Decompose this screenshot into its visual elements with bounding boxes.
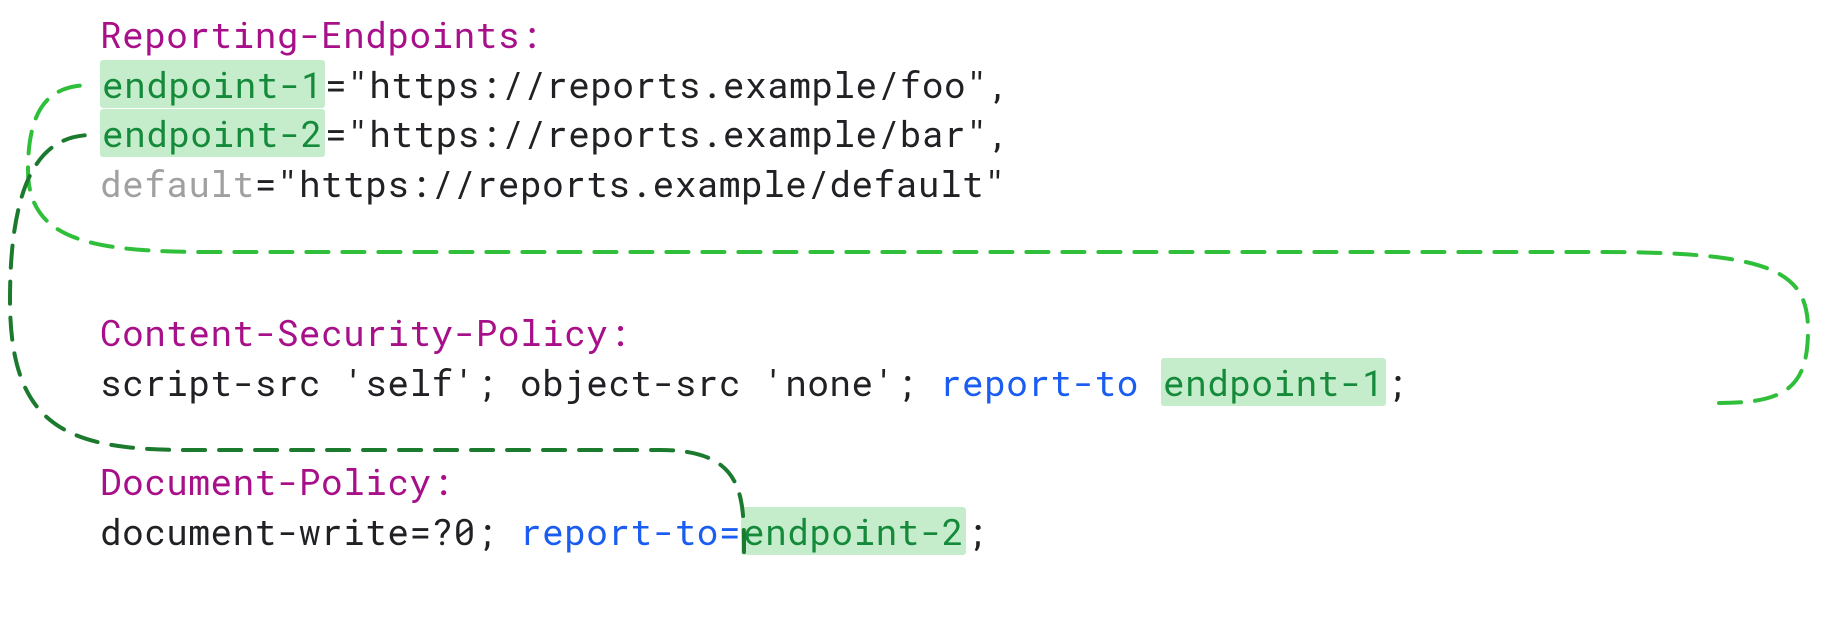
- csp-body: script-src 'self'; object-src 'none';: [100, 358, 940, 406]
- dp-body: document-write=?0;: [100, 507, 520, 555]
- code-block: Reporting-Endpoints: endpoint-1="https:/…: [100, 10, 1408, 556]
- dp-trailing: ;: [966, 507, 988, 555]
- dp-report-to-keyword: report-to=: [520, 507, 741, 555]
- endpoint-val-default: "https://reports.example/default": [277, 159, 1006, 207]
- endpoint-key-1: endpoint-1: [100, 60, 325, 108]
- endpoint-val-2: "https://reports.example/bar": [347, 109, 988, 157]
- csp-header: Content-Security-Policy:: [100, 308, 630, 356]
- csp-trailing: ;: [1386, 358, 1408, 406]
- csp-endpoint-ref: endpoint-1: [1161, 358, 1386, 406]
- endpoint-key-default: default: [100, 159, 255, 207]
- csp-report-to-keyword: report-to: [940, 358, 1161, 406]
- dp-header: Document-Policy:: [100, 457, 454, 505]
- reporting-endpoints-header: Reporting-Endpoints:: [100, 10, 542, 58]
- dp-endpoint-ref: endpoint-2: [741, 507, 966, 555]
- endpoint-key-2: endpoint-2: [100, 109, 325, 157]
- endpoint-val-1: "https://reports.example/foo": [347, 60, 988, 108]
